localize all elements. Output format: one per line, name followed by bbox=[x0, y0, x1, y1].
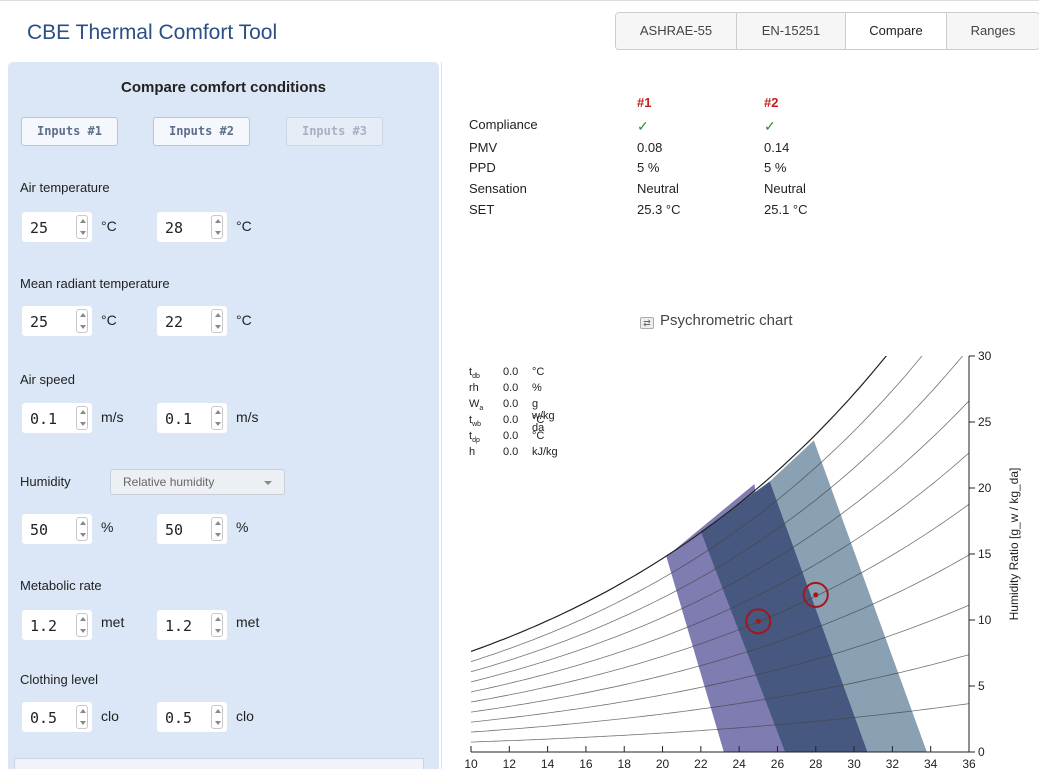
x-tick-label: 36 bbox=[962, 757, 976, 769]
y-tick-label: 25 bbox=[978, 415, 992, 429]
state-point-2 bbox=[813, 592, 819, 598]
y-tick-label: 10 bbox=[978, 613, 992, 627]
x-tick-label: 14 bbox=[541, 757, 555, 769]
x-tick-label: 12 bbox=[503, 757, 517, 769]
x-tick-label: 20 bbox=[656, 757, 670, 769]
x-tick-label: 28 bbox=[809, 757, 823, 769]
y-tick-label: 15 bbox=[978, 547, 992, 561]
state-point-1 bbox=[755, 618, 761, 624]
x-tick-label: 34 bbox=[924, 757, 938, 769]
x-tick-label: 32 bbox=[886, 757, 900, 769]
y-tick-label: 30 bbox=[978, 349, 992, 363]
x-tick-label: 26 bbox=[771, 757, 785, 769]
y-tick-label: 20 bbox=[978, 481, 992, 495]
x-tick-label: 10 bbox=[464, 757, 478, 769]
y-axis-label: Humidity Ratio [g_w / kg_da] bbox=[1007, 468, 1021, 621]
x-tick-label: 22 bbox=[694, 757, 708, 769]
x-tick-label: 16 bbox=[579, 757, 593, 769]
x-tick-label: 24 bbox=[732, 757, 746, 769]
y-tick-label: 5 bbox=[978, 679, 985, 693]
x-tick-label: 18 bbox=[618, 757, 632, 769]
x-tick-label: 30 bbox=[847, 757, 861, 769]
psychrometric-chart[interactable]: 10 12 14 16 18 20 22 24 26 28 30 32 34 360 5 10 15 20 25 30… bbox=[0, 0, 1039, 769]
y-tick-label: 0 bbox=[978, 745, 985, 759]
